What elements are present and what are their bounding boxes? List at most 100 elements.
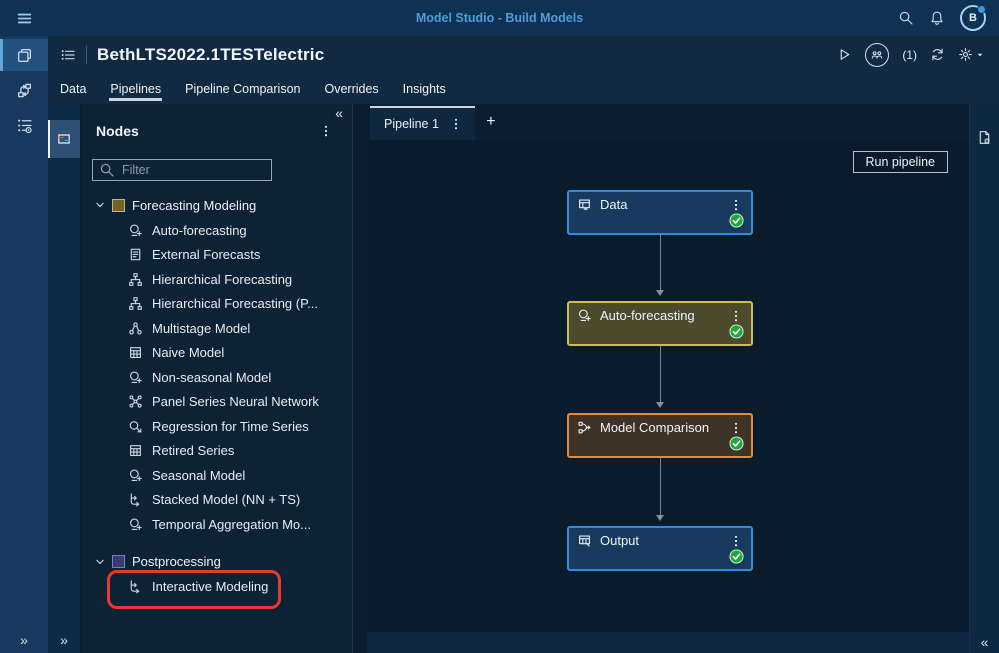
success-status-icon (729, 324, 744, 339)
pipeline-canvas[interactable]: Run pipeline Data Auto-forecasting Model C… (367, 140, 970, 632)
avatar[interactable]: B (960, 5, 986, 31)
pipeline-node-auto-forecasting[interactable]: Auto-forecasting (567, 301, 753, 346)
branch-arrows-icon (16, 82, 33, 99)
regression-icon (128, 419, 143, 434)
tab-pipeline-1[interactable]: Pipeline 1 (370, 106, 475, 140)
right-rail-expand-chevrons[interactable]: « (970, 634, 999, 650)
palette-item-seasonal-model[interactable]: Seasonal Model (81, 463, 352, 488)
settings-menu[interactable] (958, 47, 985, 62)
palette-item-hierarchical-forecasting[interactable]: Hierarchical Forecasting (81, 267, 352, 292)
node-label: Output (600, 533, 640, 548)
connector (656, 235, 664, 296)
panel-collapse-chevrons[interactable]: « (335, 105, 343, 121)
filter-search-icon (99, 162, 115, 178)
stacked-flow-icon (128, 579, 143, 594)
filter-input[interactable] (120, 162, 265, 178)
palette-item-temporal-aggregation-mo[interactable]: Temporal Aggregation Mo... (81, 512, 352, 537)
palette-item-regression-for-time-series[interactable]: Regression for Time Series (81, 414, 352, 439)
panel-splitter[interactable] (352, 104, 368, 653)
search-icon[interactable] (898, 10, 914, 26)
pipeline-node-model-comparison[interactable]: Model Comparison (567, 413, 753, 458)
chevron-down-icon[interactable] (95, 200, 105, 210)
grid-table-icon (128, 443, 143, 458)
tab-data[interactable]: Data (48, 73, 98, 104)
palette-item-external-forecasts[interactable]: External Forecasts (81, 243, 352, 268)
tab-overrides[interactable]: Overrides (312, 73, 390, 104)
palette-item-naive-model[interactable]: Naive Model (81, 341, 352, 366)
hierarchy-icon (128, 296, 143, 311)
node-kebab-icon[interactable] (729, 309, 743, 323)
pipeline-node-output[interactable]: Output (567, 526, 753, 571)
tab-insights[interactable]: Insights (391, 73, 458, 104)
palette-item-multistage-model[interactable]: Multistage Model (81, 316, 352, 341)
panel-column: » (48, 104, 81, 653)
model-compare-icon (577, 420, 592, 435)
palette-item-label: Seasonal Model (152, 467, 246, 483)
palette-item-label: Retired Series (152, 443, 235, 459)
rail-item-branch-arrows[interactable] (0, 74, 48, 106)
palette-item-label: Panel Series Neural Network (152, 394, 319, 410)
palette-item-hierarchical-forecasting-p[interactable]: Hierarchical Forecasting (P... (81, 292, 352, 317)
pipelines-panel-toggle[interactable] (48, 120, 80, 158)
palette-item-auto-forecasting[interactable]: Auto-forecasting (81, 218, 352, 243)
rail-expand-chevrons[interactable]: » (0, 632, 48, 648)
node-palette-tree: Forecasting Modeling Auto-forecasting Exte… (81, 192, 352, 609)
chevron-down-icon[interactable] (95, 557, 105, 567)
top-app-bar: Model Studio - Build Models B (0, 0, 999, 36)
divider (86, 45, 87, 64)
avatar-initial: B (969, 12, 977, 24)
crystal-ball-icon (128, 370, 143, 385)
palette-item-label: Naive Model (152, 345, 225, 361)
tab-pipeline-comparison[interactable]: Pipeline Comparison (173, 73, 312, 104)
rail-item-list-settings[interactable] (0, 109, 48, 141)
horizontal-scrollbar[interactable] (367, 632, 970, 653)
pipeline-node-data[interactable]: Data (567, 190, 753, 235)
caret-down-icon (975, 50, 985, 60)
palette-item-stacked-model-nn-ts[interactable]: Stacked Model (NN + TS) (81, 488, 352, 513)
palette-item-panel-series-neural-network[interactable]: Panel Series Neural Network (81, 390, 352, 415)
nodes-panel: « Nodes Forecasting Modeling Auto-forecas… (81, 104, 352, 653)
document-icon (128, 247, 143, 262)
group-color-chip (112, 555, 125, 568)
node-kebab-icon[interactable] (729, 198, 743, 212)
refresh-icon[interactable] (930, 47, 945, 62)
node-label: Auto-forecasting (600, 308, 695, 323)
palette-item-retired-series[interactable]: Retired Series (81, 439, 352, 464)
rail-item-stacked-pages[interactable] (0, 39, 48, 71)
group-label: Forecasting Modeling (132, 197, 257, 213)
project-menu-icon[interactable] (60, 47, 76, 63)
palette-item-label: Regression for Time Series (152, 418, 309, 434)
pipeline-panel-icon (56, 131, 72, 147)
data-table-icon (577, 197, 592, 212)
pipeline-properties-icon[interactable] (970, 130, 999, 145)
presence-dot (977, 5, 986, 14)
nodes-panel-kebab-icon[interactable] (319, 124, 333, 138)
tab-pipelines[interactable]: Pipelines (98, 73, 173, 104)
hierarchy-icon (128, 272, 143, 287)
pipeline-tabstrip: Pipeline 1 + (367, 104, 970, 140)
add-pipeline-button[interactable]: + (475, 113, 507, 131)
hamburger-menu-icon[interactable] (0, 10, 48, 27)
left-rail: » (0, 36, 48, 653)
right-rail: « (969, 104, 999, 653)
grid-table-icon (128, 345, 143, 360)
bell-icon[interactable] (929, 10, 945, 26)
success-status-icon (729, 549, 744, 564)
run-pipeline-button[interactable]: Run pipeline (852, 151, 948, 173)
gear-icon (958, 47, 973, 62)
palette-item-label: Non-seasonal Model (152, 369, 272, 385)
group-label: Postprocessing (132, 554, 221, 569)
run-play-icon[interactable] (837, 47, 852, 62)
palette-item-interactive-modeling[interactable]: Interactive Modeling (81, 569, 352, 609)
crystal-ball-icon (128, 468, 143, 483)
palette-group-forecasting-modeling[interactable]: Forecasting Modeling (81, 192, 352, 218)
multistage-icon (128, 321, 143, 336)
palette-item-non-seasonal-model[interactable]: Non-seasonal Model (81, 365, 352, 390)
pipeline-tab-kebab-icon[interactable] (449, 117, 463, 131)
panel-expand-chevrons[interactable]: » (48, 632, 80, 648)
collaborators-icon[interactable] (865, 42, 890, 67)
node-kebab-icon[interactable] (729, 534, 743, 548)
collaborator-count: (1) (902, 47, 917, 62)
palette-group-postprocessing[interactable]: Postprocessing (81, 549, 352, 575)
node-kebab-icon[interactable] (729, 421, 743, 435)
